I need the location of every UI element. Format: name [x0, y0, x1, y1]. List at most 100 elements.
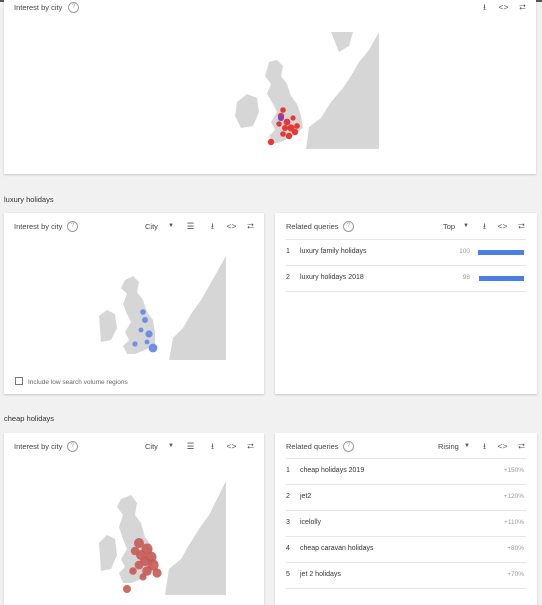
- interest-by-city-card-cheap: Interest by city ? City ▼ ☰ ⭳ <> ⮂: [4, 433, 264, 605]
- download-icon[interactable]: ⭳: [479, 2, 490, 12]
- query-link[interactable]: cheap caravan holidays: [300, 545, 374, 552]
- query-type-select[interactable]: Rising: [438, 442, 459, 451]
- map-point: [283, 118, 291, 126]
- query-link[interactable]: jet 2 holidays: [300, 571, 341, 578]
- map-point: [276, 121, 282, 127]
- map-point: [142, 317, 148, 323]
- low-volume-checkbox-row[interactable]: Include low search volume regions: [15, 377, 128, 386]
- card-title: Related queries: [286, 222, 339, 231]
- related-queries-card-luxury: Related queries ? Top ▼ ⭳ <> ⮂ 1 luxury …: [275, 213, 537, 394]
- dropdown-arrow-icon[interactable]: ▼: [168, 443, 174, 449]
- help-circle-icon[interactable]: ?: [343, 221, 354, 232]
- query-type-select[interactable]: Top: [443, 222, 455, 231]
- divider: [286, 536, 526, 537]
- value-bar: [478, 276, 524, 281]
- divider: [286, 562, 526, 563]
- help-circle-icon[interactable]: ?: [67, 441, 78, 452]
- map-point: [138, 327, 144, 333]
- city-map[interactable]: [231, 32, 379, 149]
- map-point: [290, 115, 296, 121]
- related-query-row[interactable]: 4 cheap caravan holidays +80%: [286, 545, 524, 571]
- map-point: [267, 138, 275, 146]
- dropdown-arrow-icon[interactable]: ▼: [168, 223, 174, 229]
- query-link[interactable]: jet2: [300, 493, 311, 500]
- interest-by-city-card-top: Interest by city ? ⭳ <> ⮂: [4, 0, 536, 174]
- help-circle-icon[interactable]: ?: [343, 441, 354, 452]
- map-point: [123, 585, 131, 593]
- row-rank: 2: [286, 493, 290, 500]
- query-link[interactable]: cheap holidays 2019: [300, 467, 364, 474]
- help-circle-icon[interactable]: ?: [68, 2, 79, 13]
- embed-icon[interactable]: <>: [497, 441, 508, 451]
- map-point: [291, 128, 299, 136]
- embed-icon[interactable]: <>: [226, 221, 237, 231]
- download-icon[interactable]: ⭳: [479, 441, 490, 451]
- share-icon[interactable]: ⮂: [517, 2, 528, 12]
- map-point: [294, 123, 300, 129]
- resolution-select[interactable]: City: [145, 222, 158, 231]
- row-rank: 1: [286, 248, 290, 255]
- embed-icon[interactable]: <>: [226, 441, 237, 451]
- list-view-icon[interactable]: ☰: [185, 441, 196, 451]
- query-link[interactable]: luxury family holidays: [300, 248, 367, 255]
- related-query-row[interactable]: 2 luxury holidays 2018 98: [286, 274, 524, 300]
- share-icon[interactable]: ⮂: [516, 441, 527, 451]
- map-point: [129, 567, 137, 575]
- row-rank: 3: [286, 519, 290, 526]
- share-icon[interactable]: ⮂: [516, 221, 527, 231]
- section-label-cheap-holidays: cheap holidays: [4, 414, 55, 423]
- list-view-icon[interactable]: ☰: [185, 221, 196, 231]
- dropdown-arrow-icon[interactable]: ▼: [464, 443, 470, 449]
- embed-icon[interactable]: <>: [497, 221, 508, 231]
- related-query-row[interactable]: 1 luxury family holidays 100: [286, 248, 524, 274]
- related-query-row[interactable]: 1 cheap holidays 2019 +150%: [286, 467, 524, 493]
- query-value: +70%: [507, 571, 524, 578]
- divider: [286, 510, 526, 511]
- section-label-luxury-holidays: luxury holidays: [4, 195, 54, 204]
- row-rank: 2: [286, 274, 290, 281]
- map-point: [140, 309, 146, 315]
- map-point: [152, 568, 162, 578]
- divider: [286, 484, 526, 485]
- query-value: 98: [462, 274, 470, 281]
- map-point: [130, 546, 140, 556]
- map-point: [132, 341, 138, 347]
- map-point: [148, 343, 158, 353]
- related-query-row[interactable]: 2 jet2 +120%: [286, 493, 524, 519]
- map-point-highlight: [278, 115, 284, 121]
- query-value: +150%: [503, 467, 524, 474]
- map-point: [282, 125, 288, 131]
- map-point: [144, 339, 150, 345]
- card-title: Interest by city: [14, 222, 63, 231]
- help-circle-icon[interactable]: ?: [67, 221, 78, 232]
- interest-by-city-card-luxury: Interest by city ? City ▼ ☰ ⭳ <> ⮂ Inclu…: [4, 213, 264, 394]
- city-map[interactable]: [99, 465, 226, 595]
- share-icon[interactable]: ⮂: [245, 441, 256, 451]
- query-value: +80%: [507, 545, 524, 552]
- low-volume-checkbox[interactable]: [15, 377, 23, 385]
- map-point: [134, 560, 144, 570]
- related-query-row[interactable]: 3 icelolly +110%: [286, 519, 524, 545]
- resolution-select[interactable]: City: [145, 442, 158, 451]
- query-link[interactable]: luxury holidays 2018: [300, 274, 364, 281]
- card-title: Interest by city: [14, 3, 63, 12]
- city-map[interactable]: [99, 246, 226, 360]
- download-icon[interactable]: ⭳: [207, 441, 218, 451]
- row-rank: 5: [286, 571, 290, 578]
- related-query-row[interactable]: 5 jet 2 holidays +70%: [286, 571, 524, 597]
- query-value: +110%: [504, 519, 524, 526]
- row-rank: 1: [286, 467, 290, 474]
- divider: [286, 239, 526, 240]
- download-icon[interactable]: ⭳: [479, 221, 490, 231]
- download-icon[interactable]: ⭳: [207, 221, 218, 231]
- checkbox-label: Include low search volume regions: [28, 379, 128, 386]
- row-rank: 4: [286, 545, 290, 552]
- divider: [286, 265, 526, 266]
- map-point: [145, 330, 153, 338]
- share-icon[interactable]: ⮂: [245, 221, 256, 231]
- divider: [286, 291, 526, 292]
- dropdown-arrow-icon[interactable]: ▼: [463, 223, 469, 229]
- embed-icon[interactable]: <>: [498, 2, 509, 12]
- related-queries-card-cheap: Related queries ? Rising ▼ ⭳ <> ⮂ 1 chea…: [275, 433, 537, 605]
- query-link[interactable]: icelolly: [300, 519, 321, 526]
